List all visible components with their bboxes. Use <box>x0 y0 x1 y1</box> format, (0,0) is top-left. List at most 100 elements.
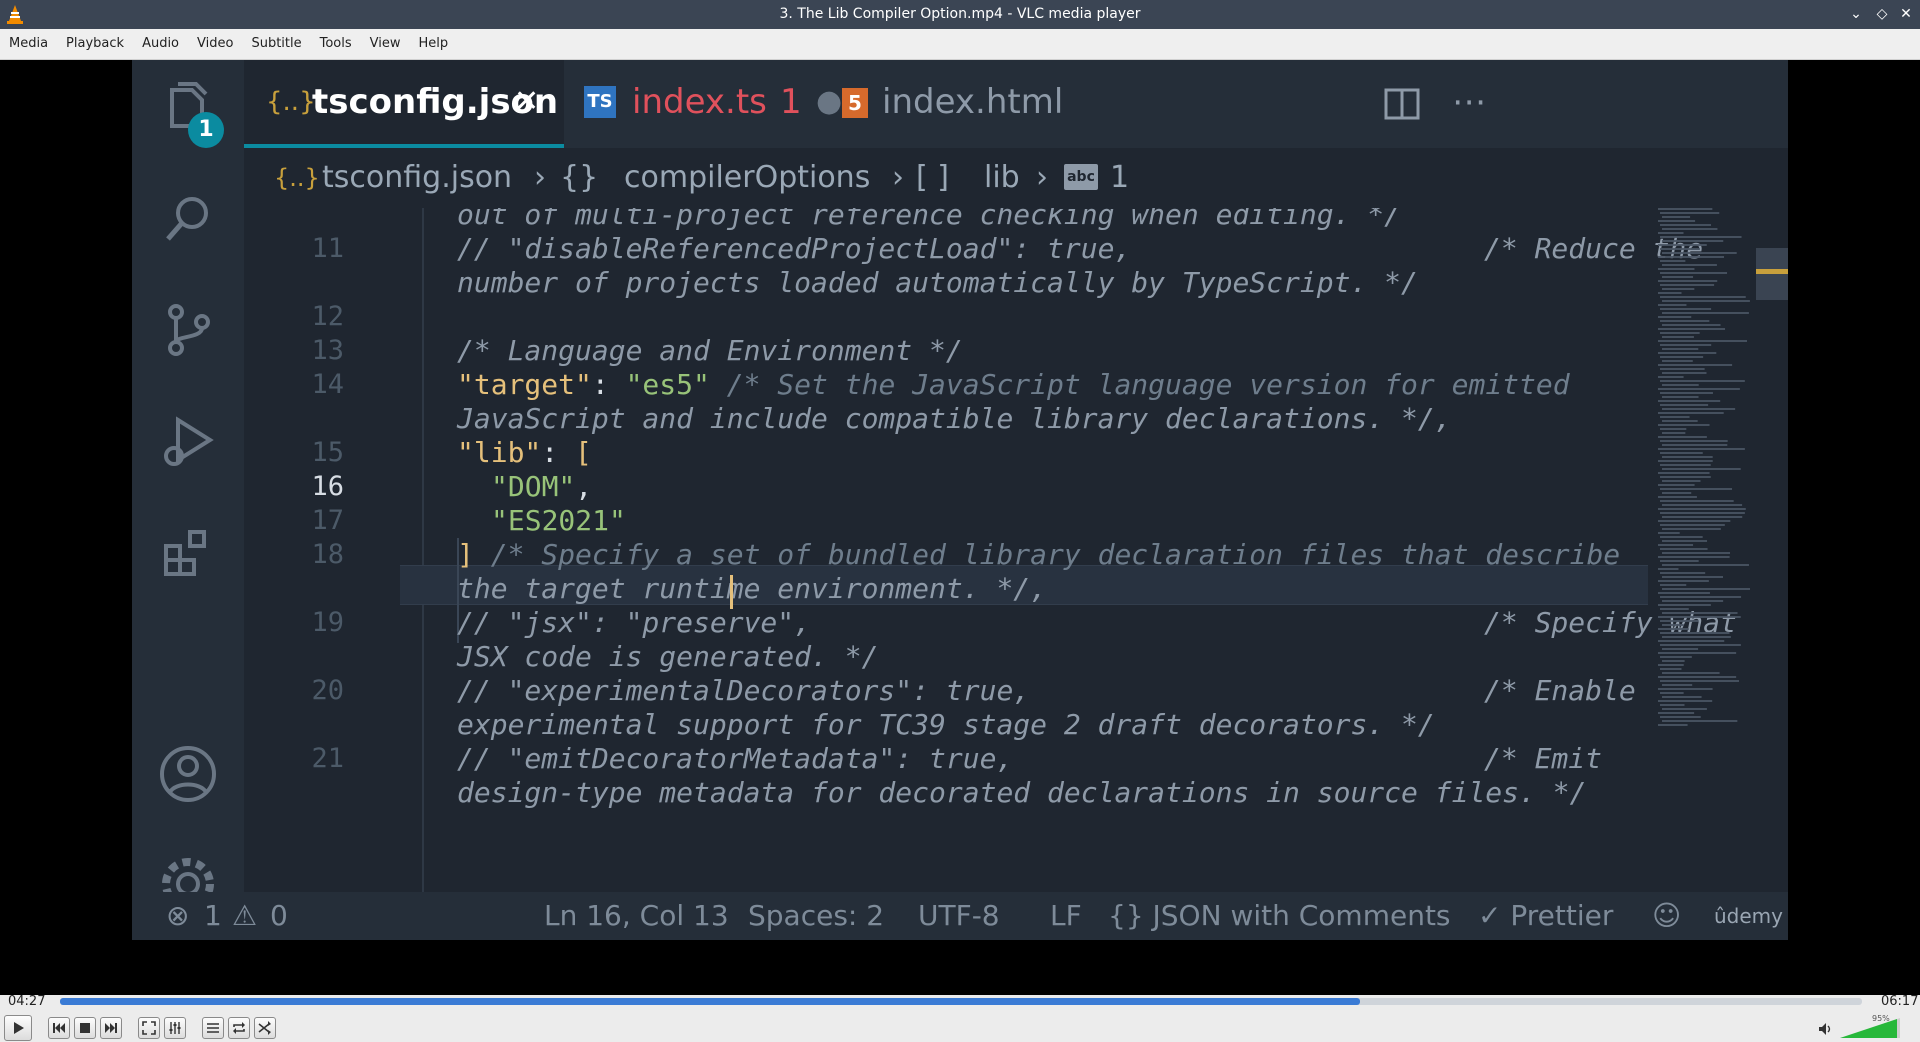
minimap-line <box>1660 680 1740 682</box>
minimap-line <box>1662 360 1693 362</box>
minimap-line <box>1660 368 1705 370</box>
text-caret <box>730 575 733 609</box>
code-line: "DOM", <box>491 470 592 503</box>
warning-icon: ⚠ <box>232 899 258 932</box>
minimap-line <box>1660 260 1686 262</box>
code-line: number of projects loaded automatically … <box>457 266 1418 299</box>
minimap-line <box>1662 660 1685 662</box>
volume-slider[interactable]: 95% <box>1840 1014 1900 1038</box>
shuffle-icon <box>258 1021 271 1035</box>
typescript-file-icon: TS <box>584 86 616 118</box>
playlist-button[interactable] <box>202 1017 224 1039</box>
minimize-icon[interactable]: ⌄ <box>1847 4 1865 24</box>
minimap-line <box>1658 676 1737 678</box>
code-line: design-type metadata for decorated decla… <box>457 776 1587 809</box>
title-bar: 3. The Lib Compiler Option.mp4 - VLC med… <box>0 0 1920 29</box>
play-button[interactable] <box>4 1015 32 1041</box>
minimap-line <box>1662 444 1728 446</box>
minimap-line <box>1662 564 1749 566</box>
speaker-icon[interactable] <box>1818 1022 1834 1036</box>
minimap-line <box>1662 516 1743 518</box>
tab-index-ts-label: index.ts <box>632 82 767 122</box>
minimap-line <box>1658 424 1710 426</box>
minimap-line <box>1658 220 1696 222</box>
shuffle-button[interactable] <box>254 1017 276 1039</box>
fullscreen-button[interactable] <box>138 1017 160 1039</box>
code-bracket: [ <box>575 436 592 469</box>
player-controls: 04:27 06:17 95% <box>0 995 1920 1042</box>
code-line: "target": "es5" /* Set the JavaScript la… <box>457 368 1570 401</box>
status-bar: ⊗ 1 ⚠ 0 Ln 16, Col 13 Spaces: 2 UTF-8 LF… <box>132 892 1788 940</box>
activity-bar: 1 <box>132 60 244 940</box>
seek-bar[interactable] <box>60 998 1862 1005</box>
menu-help[interactable]: Help <box>410 29 458 59</box>
minimap-line <box>1662 372 1707 374</box>
minimap-line <box>1660 404 1709 406</box>
code-bracket: ] <box>457 538 474 571</box>
menu-video[interactable]: Video <box>188 29 242 59</box>
menu-tools[interactable]: Tools <box>311 29 361 59</box>
prettier-status: ✓ Prettier <box>1478 899 1614 932</box>
maximize-icon[interactable]: ◇ <box>1873 4 1891 24</box>
minimap-line <box>1662 396 1699 398</box>
minimap-line <box>1658 616 1741 618</box>
json-file-icon: {..} <box>274 164 320 192</box>
minimap-line <box>1658 412 1724 414</box>
extended-settings-button[interactable] <box>164 1017 186 1039</box>
menu-media[interactable]: Media <box>0 29 57 59</box>
minimap-line <box>1660 572 1706 574</box>
minimap-line <box>1660 464 1711 466</box>
time-elapsed: 04:27 <box>8 994 46 1009</box>
minimap-line <box>1662 624 1684 626</box>
code-line: // "experimentalDecorators": true, <box>457 674 1031 707</box>
menu-playback[interactable]: Playback <box>57 29 133 59</box>
minimap-line <box>1658 628 1689 630</box>
next-button[interactable] <box>100 1017 122 1039</box>
minimap-line <box>1658 604 1711 606</box>
stop-button[interactable] <box>74 1017 96 1039</box>
minimap-line <box>1660 332 1700 334</box>
close-icon[interactable]: ✕ <box>1897 4 1915 24</box>
minimap-line <box>1662 612 1738 614</box>
code-line: out of multi-project reference checking … <box>457 208 1402 231</box>
code-line: experimental support for TC39 stage 2 dr… <box>457 708 1435 741</box>
minimap-line <box>1662 324 1721 326</box>
minimap-line <box>1660 452 1703 454</box>
minimap-line <box>1658 328 1726 330</box>
scrollbar-thumb[interactable] <box>1756 248 1788 300</box>
minimap-line <box>1658 580 1709 582</box>
close-icon: ✕ <box>514 84 540 119</box>
minimap-line <box>1658 304 1687 306</box>
minimap-line <box>1662 684 1693 686</box>
minimap-line <box>1658 316 1692 318</box>
chevron-right-icon: › <box>534 160 546 195</box>
minimap-line <box>1660 512 1745 514</box>
video-area[interactable]: 1 {..} tsconfig.json ✕ TS index.ts 1 ● 5… <box>0 60 1920 995</box>
cursor-position: Ln 16, Col 13 <box>544 899 729 932</box>
json-key: "lib" <box>457 436 542 469</box>
minimap-line <box>1658 640 1725 642</box>
minimap-line <box>1658 340 1747 342</box>
code-line: JavaScript and include compatible librar… <box>457 402 1452 435</box>
minimap-line <box>1662 216 1691 218</box>
source-control-icon <box>154 296 222 364</box>
menu-audio[interactable]: Audio <box>133 29 188 59</box>
minimap-line <box>1660 716 1701 718</box>
minimap-line <box>1660 524 1725 526</box>
explorer-badge: 1 <box>188 112 224 148</box>
menu-view[interactable]: View <box>361 29 410 59</box>
indentation: Spaces: 2 <box>748 899 885 932</box>
loop-button[interactable] <box>228 1017 250 1039</box>
minimap-line <box>1660 392 1713 394</box>
code-line: ] /* Specify a set of bundled library de… <box>457 538 1620 571</box>
minimap-line <box>1658 268 1695 270</box>
code-line: JSX code is generated. */ <box>457 640 879 673</box>
minimap-line <box>1662 648 1699 650</box>
minimap-line <box>1660 308 1712 310</box>
previous-button[interactable] <box>48 1017 70 1039</box>
breadcrumb: {..} tsconfig.json › {} compilerOptions … <box>244 148 1788 208</box>
minimap-line <box>1662 576 1724 578</box>
minimap-line <box>1658 544 1694 546</box>
menu-subtitle[interactable]: Subtitle <box>242 29 310 59</box>
code-punctuation: , <box>575 470 593 503</box>
